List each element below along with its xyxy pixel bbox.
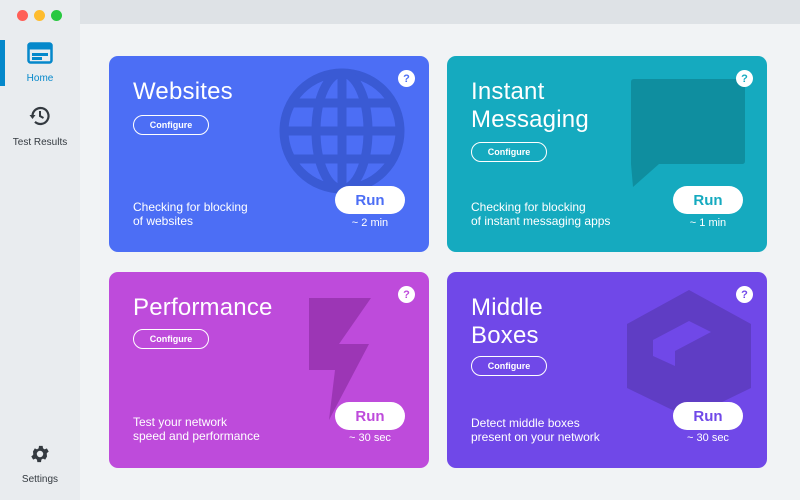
sidebar-item-test-results[interactable]: Test Results	[0, 104, 80, 150]
configure-button[interactable]: Configure	[133, 329, 209, 349]
card-description: Detect middle boxes present on your netw…	[471, 416, 600, 444]
window-controls	[17, 10, 62, 21]
middle-boxes-card: Middle Boxes Configure Detect middle box…	[447, 272, 767, 468]
history-icon	[28, 104, 52, 133]
card-title: Performance	[133, 294, 273, 321]
sidebar-item-label: Test Results	[12, 137, 68, 148]
help-icon[interactable]: ?	[736, 286, 753, 303]
card-description: Checking for blocking of websites	[133, 200, 248, 228]
maximize-window-button[interactable]	[51, 10, 62, 21]
run-button[interactable]: Run	[335, 186, 405, 214]
run-button[interactable]: Run	[335, 402, 405, 430]
card-title: Middle Boxes	[471, 294, 543, 349]
gear-icon	[29, 443, 51, 470]
card-title: Websites	[133, 78, 233, 105]
configure-button[interactable]: Configure	[133, 115, 209, 135]
sidebar-item-label: Settings	[21, 474, 59, 485]
run-button[interactable]: Run	[673, 186, 743, 214]
run-duration: ~ 2 min	[351, 217, 389, 229]
title-bar	[80, 0, 800, 24]
close-window-button[interactable]	[17, 10, 28, 21]
configure-button[interactable]: Configure	[471, 142, 547, 162]
run-duration: ~ 1 min	[689, 217, 727, 229]
home-icon	[27, 42, 53, 69]
run-button[interactable]: Run	[673, 402, 743, 430]
help-icon[interactable]: ?	[736, 70, 753, 87]
help-icon[interactable]: ?	[398, 286, 415, 303]
card-description: Checking for blocking of instant messagi…	[471, 200, 611, 228]
run-duration: ~ 30 sec	[687, 432, 729, 444]
configure-button[interactable]: Configure	[471, 356, 547, 376]
card-description: Test your network speed and performance	[133, 415, 260, 443]
sidebar: Home Test Results Settings	[0, 0, 80, 500]
card-title: Instant Messaging	[471, 78, 589, 133]
run-duration: ~ 30 sec	[349, 432, 391, 444]
minimize-window-button[interactable]	[34, 10, 45, 21]
websites-card: Websites Configure Checking for blocking…	[109, 56, 429, 252]
sidebar-item-label: Home	[26, 73, 54, 84]
instant-messaging-card: Instant Messaging Configure Checking for…	[447, 56, 767, 252]
app-window: Home Test Results Settings Websites Conf…	[0, 0, 800, 500]
help-icon[interactable]: ?	[398, 70, 415, 87]
sidebar-item-settings[interactable]: Settings	[0, 443, 80, 489]
performance-card: Performance Configure Test your network …	[109, 272, 429, 468]
sidebar-item-home[interactable]: Home	[0, 42, 80, 88]
